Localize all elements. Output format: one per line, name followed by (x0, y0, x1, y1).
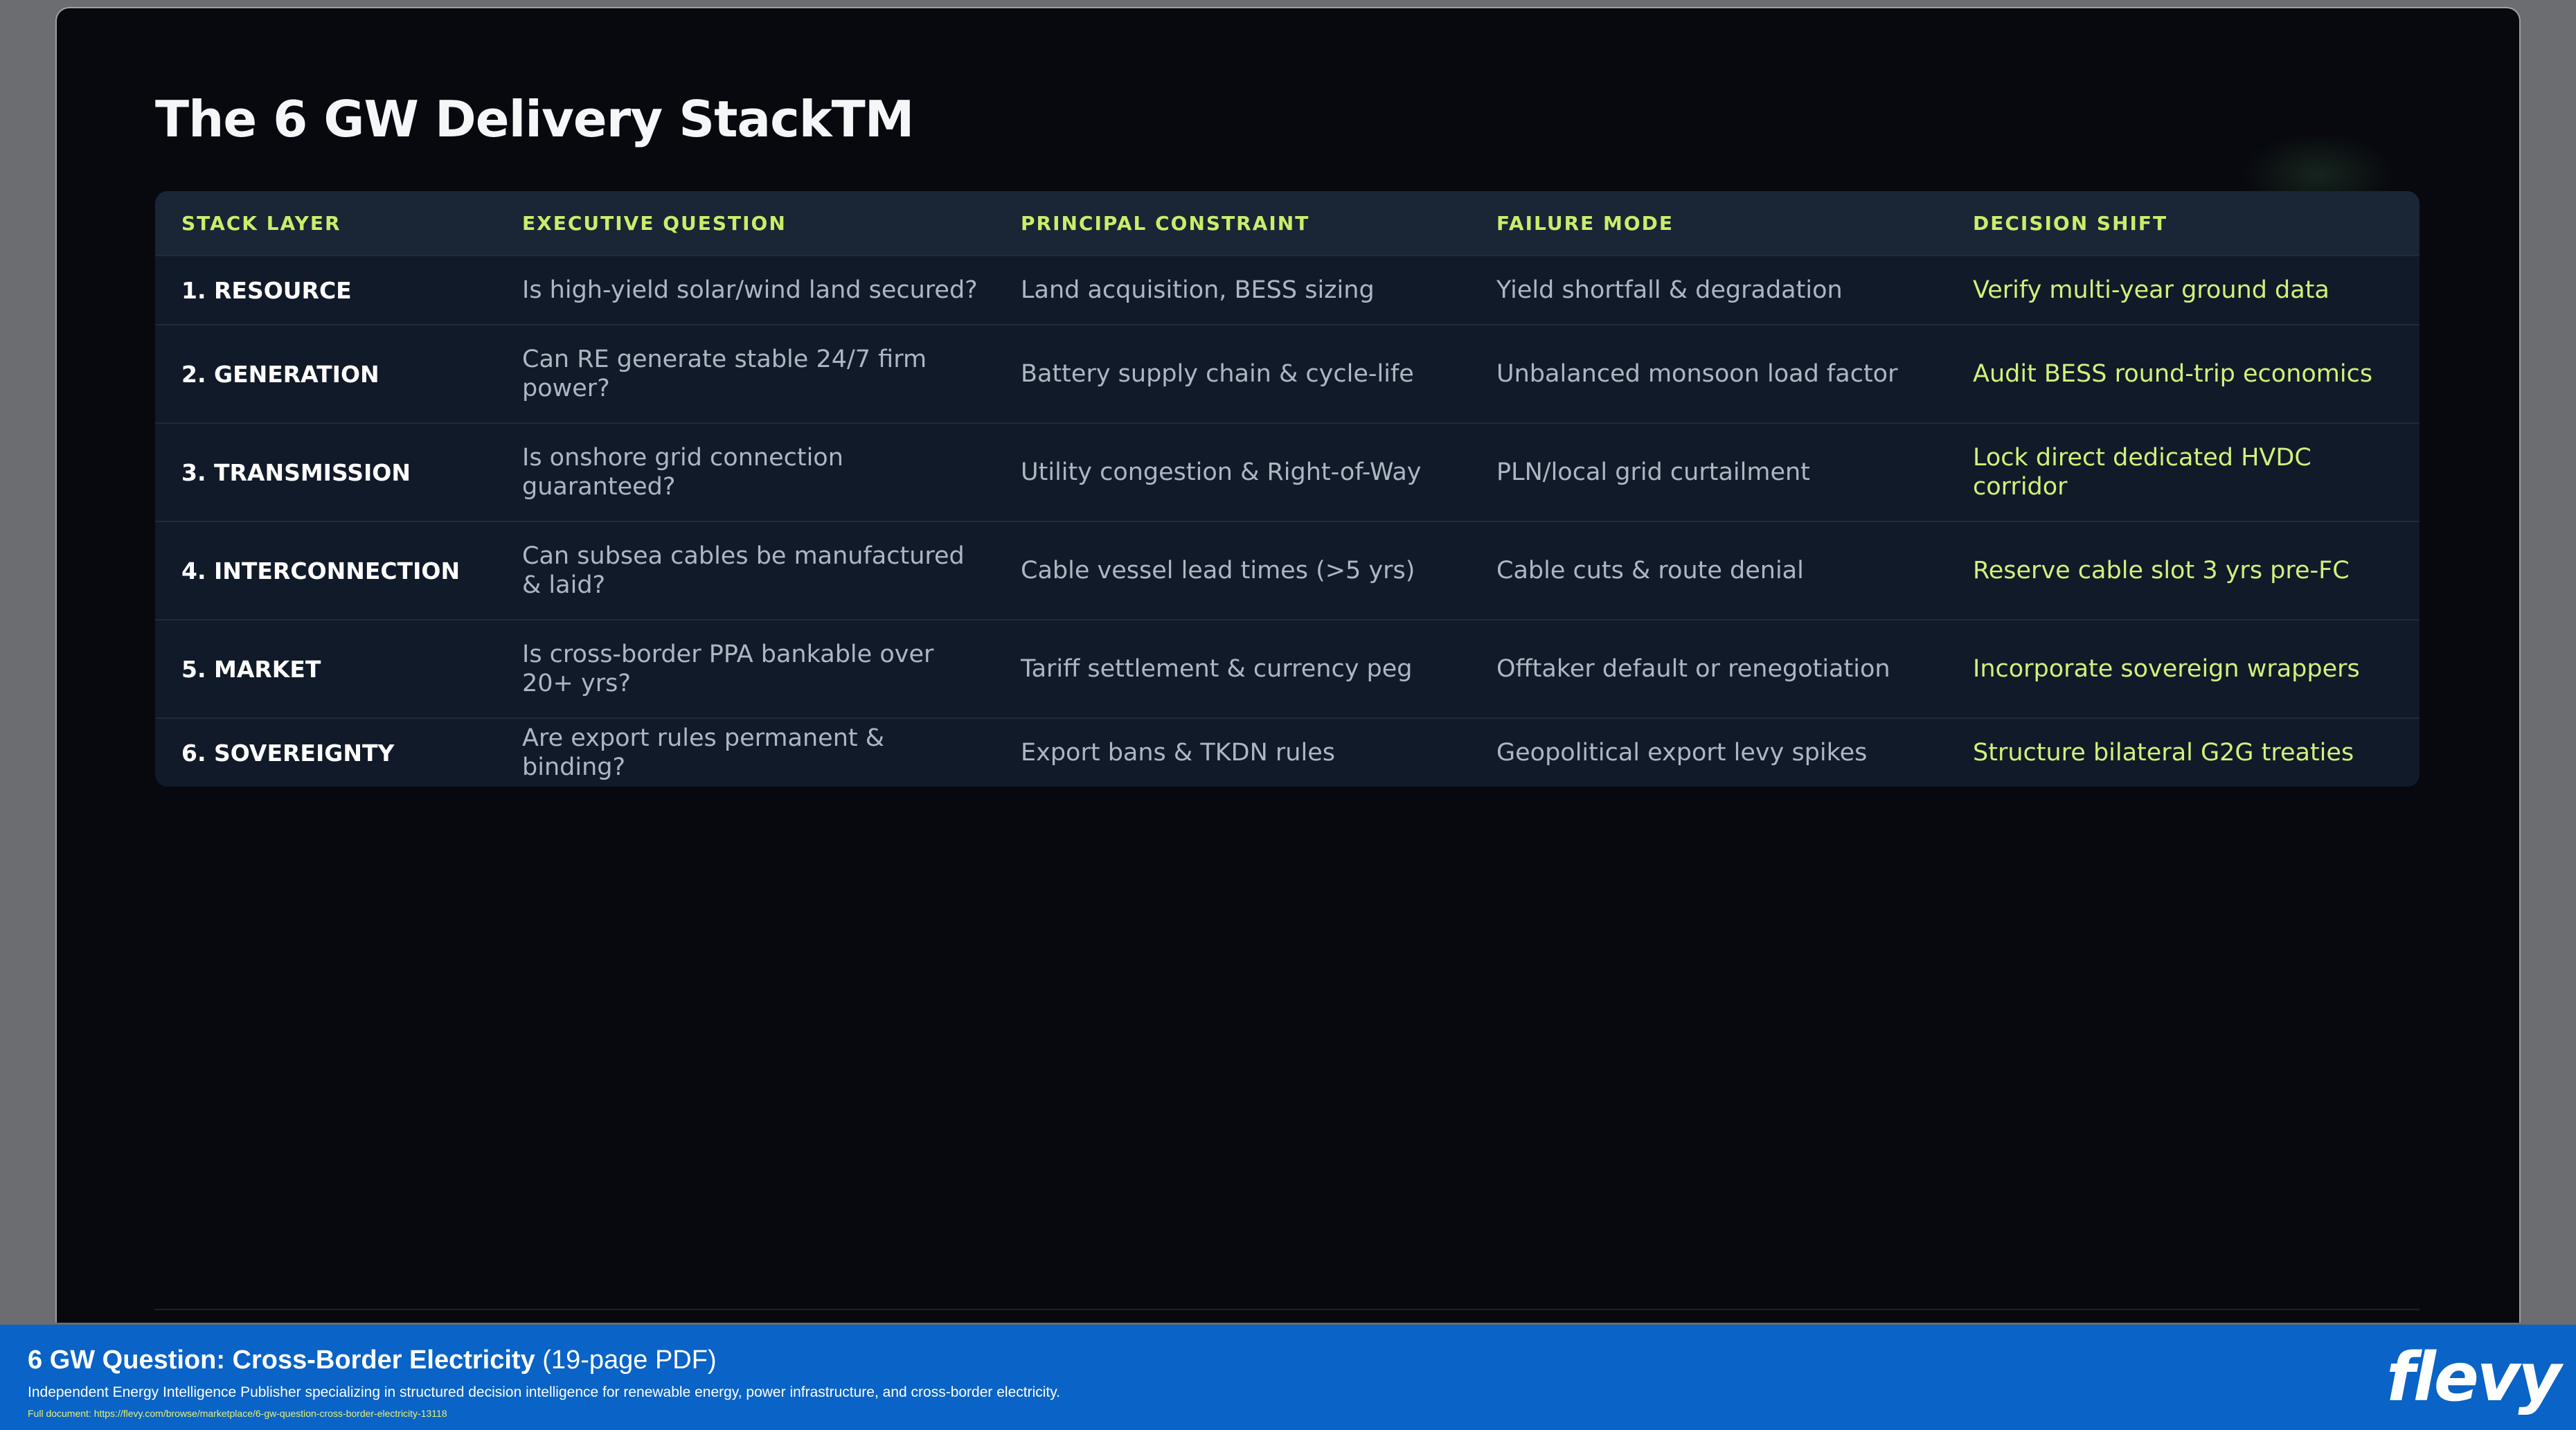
decision-shift-cell: Audit BESS round-trip economics (1973, 360, 2373, 388)
failure-mode-cell: Cable cuts & route denial (1496, 557, 1804, 584)
executive-question-cell: Is cross-border PPA bankable over 20+ yr… (522, 641, 934, 697)
footer-divider (155, 1309, 2420, 1310)
table-row: 3. TRANSMISSION Is onshore grid connecti… (155, 422, 2420, 521)
stack-layer-cell: 3. TRANSMISSION (181, 458, 411, 486)
table-row: 5. MARKET Is cross-border PPA bankable o… (155, 619, 2420, 717)
executive-question-cell: Are export rules permanent & binding? (522, 724, 885, 781)
banner-url-link[interactable]: Full document: https://flevy.com/browse/… (28, 1408, 447, 1419)
decision-shift-cell: Reserve cable slot 3 yrs pre-FC (1973, 557, 2350, 584)
stack-layer-cell: 5. MARKET (181, 655, 321, 683)
failure-mode-cell: Geopolitical export levy spikes (1496, 739, 1868, 767)
banner-description: Independent Energy Intelligence Publishe… (28, 1384, 1061, 1400)
failure-mode-cell: Unbalanced monsoon load factor (1496, 360, 1898, 388)
principal-constraint-cell: Utility congestion & Right-of-Way (1021, 458, 1422, 486)
failure-mode-cell: Yield shortfall & degradation (1496, 276, 1843, 304)
header-stack-layer: STACK LAYER (181, 211, 341, 235)
executive-question-cell: Is high-yield solar/wind land secured? (522, 276, 978, 304)
principal-constraint-cell: Export bans & TKDN rules (1021, 739, 1335, 767)
principal-constraint-cell: Land acquisition, BESS sizing (1021, 276, 1375, 304)
slide: The 6 GW Delivery StackTM STACK LAYER EX… (55, 7, 2521, 1323)
executive-question-cell: Can RE generate stable 24/7 firm power? (522, 346, 927, 402)
executive-question-cell: Is onshore grid connection guaranteed? (522, 444, 843, 501)
table-row: 6. SOVEREIGNTY Are export rules permanen… (155, 717, 2420, 787)
slide-title: The 6 GW Delivery StackTM (155, 90, 914, 148)
header-decision-shift: DECISION SHIFT (1973, 211, 2168, 235)
decision-shift-cell: Incorporate sovereign wrappers (1973, 655, 2360, 683)
stack-layer-cell: 4. INTERCONNECTION (181, 557, 460, 584)
table-row: 4. INTERCONNECTION Can subsea cables be … (155, 521, 2420, 619)
table-header-row: STACK LAYER EXECUTIVE QUESTION PRINCIPAL… (155, 191, 2420, 255)
banner-title-suffix: (19-page PDF) (535, 1346, 717, 1375)
principal-constraint-cell: Tariff settlement & currency peg (1021, 655, 1413, 683)
decision-shift-cell: Lock direct dedicated HVDC corridor (1973, 444, 2311, 501)
header-principal-constraint: PRINCIPAL CONSTRAINT (1021, 211, 1310, 235)
principal-constraint-cell: Battery supply chain & cycle-life (1021, 360, 1414, 388)
stack-layer-cell: 6. SOVEREIGNTY (181, 739, 395, 767)
failure-mode-cell: Offtaker default or renegotiation (1496, 655, 1890, 683)
banner-title-main: 6 GW Question: Cross-Border Electricity (28, 1346, 535, 1375)
header-executive-question: EXECUTIVE QUESTION (522, 211, 787, 235)
decision-shift-cell: Verify multi-year ground data (1973, 276, 2329, 304)
table-row: 2. GENERATION Can RE generate stable 24/… (155, 324, 2420, 422)
failure-mode-cell: PLN/local grid curtailment (1496, 458, 1810, 486)
document-banner: 6 GW Question: Cross-Border Electricity … (0, 1325, 2576, 1430)
stack-layer-cell: 1. RESOURCE (181, 276, 352, 304)
header-failure-mode: FAILURE MODE (1496, 211, 1674, 235)
flevy-logo[interactable]: flevy (2386, 1339, 2561, 1416)
principal-constraint-cell: Cable vessel lead times (>5 yrs) (1021, 557, 1415, 584)
delivery-stack-table: STACK LAYER EXECUTIVE QUESTION PRINCIPAL… (155, 191, 2420, 787)
stack-layer-cell: 2. GENERATION (181, 360, 379, 388)
executive-question-cell: Can subsea cables be manufactured & laid… (522, 542, 965, 599)
decision-shift-cell: Structure bilateral G2G treaties (1973, 739, 2354, 767)
table-row: 1. RESOURCE Is high-yield solar/wind lan… (155, 255, 2420, 324)
banner-title[interactable]: 6 GW Question: Cross-Border Electricity … (28, 1346, 717, 1375)
